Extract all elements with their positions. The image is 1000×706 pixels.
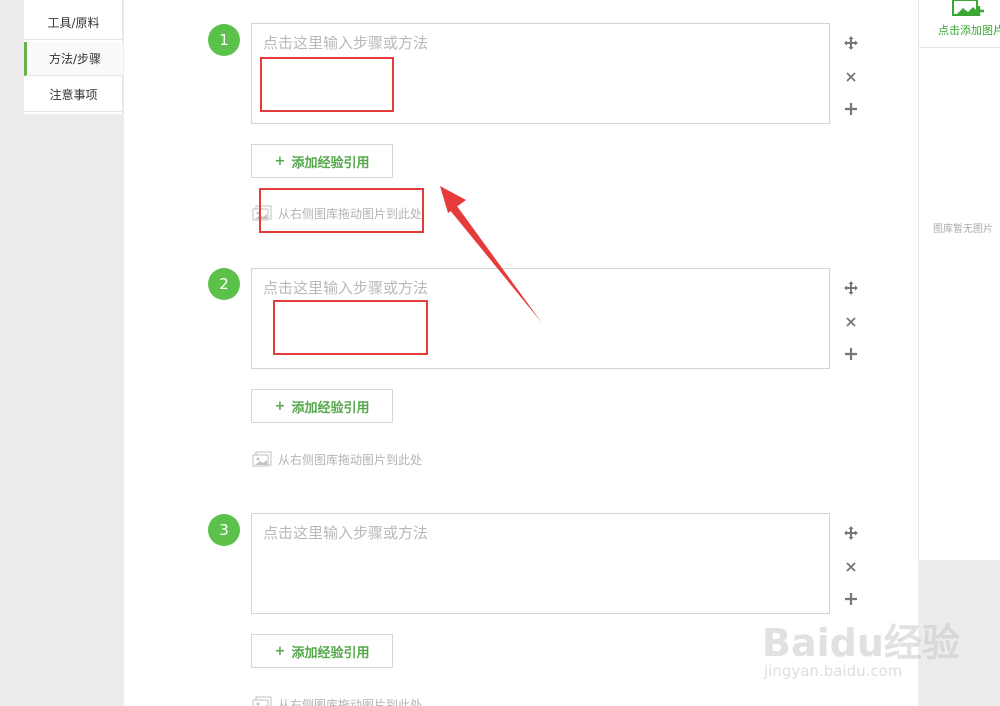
baidu-watermark-logo: Baidu经验 xyxy=(762,621,960,665)
baidu-watermark-url: jingyan.baidu.com xyxy=(764,662,903,680)
annotation-arrow xyxy=(440,186,542,323)
